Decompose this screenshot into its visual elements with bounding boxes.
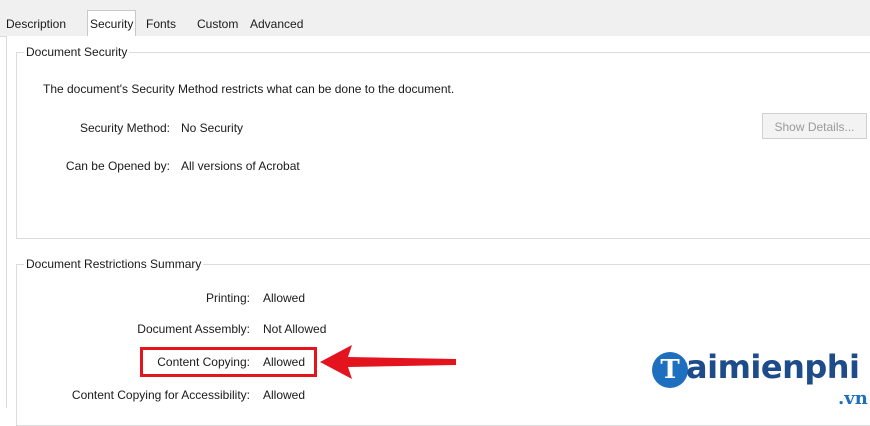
opened-by-label: Can be Opened by:	[65, 159, 170, 173]
red-arrow-icon	[320, 345, 456, 379]
security-method-label: Security Method:	[79, 121, 170, 135]
security-description: The document's Security Method restricts…	[43, 82, 455, 96]
printing-label: Printing:	[205, 291, 250, 305]
tab-security[interactable]: Security	[87, 10, 137, 38]
logo-text: aimienphi	[686, 348, 860, 386]
security-method-value: No Security	[181, 121, 244, 135]
logo-suffix: .vn	[838, 388, 868, 409]
content-copying-accessibility-label: Content Copying for Accessibility:	[71, 388, 250, 402]
logo-initial: T	[652, 352, 688, 388]
opened-by-value: All versions of Acrobat	[181, 159, 300, 173]
tab-description[interactable]: Description	[4, 13, 68, 35]
tab-custom[interactable]: Custom	[195, 13, 240, 35]
printing-value: Allowed	[263, 291, 306, 305]
tab-advanced[interactable]: Advanced	[248, 13, 305, 35]
content-copying-accessibility-value: Allowed	[263, 388, 306, 402]
restrictions-legend: Document Restrictions Summary	[24, 257, 204, 271]
show-details-button[interactable]: Show Details...	[762, 113, 867, 139]
taimienphi-logo: T aimienphi .vn	[652, 348, 870, 409]
content-copying-highlight-box	[140, 347, 317, 377]
document-assembly-label: Document Assembly:	[137, 322, 250, 336]
document-security-legend: Document Security	[24, 45, 130, 59]
tab-fonts[interactable]: Fonts	[144, 13, 178, 35]
document-security-group	[16, 52, 870, 239]
tab-bar: Description Security Fonts Custom Advanc…	[0, 0, 870, 38]
document-assembly-value: Not Allowed	[263, 322, 327, 336]
